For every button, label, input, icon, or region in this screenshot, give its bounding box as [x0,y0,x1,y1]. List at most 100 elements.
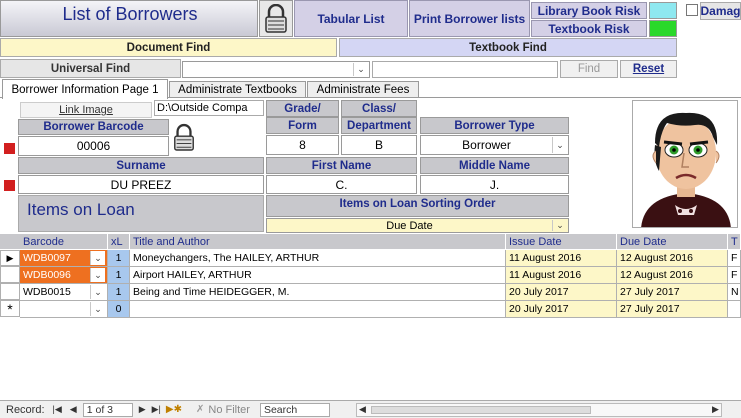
damage-label: Damag [700,2,741,20]
table-row-t[interactable] [728,301,741,318]
table-row-issue-date[interactable]: 20 July 2017 [506,301,617,318]
textbook-find-button[interactable]: Textbook Find [339,38,677,57]
sort-order-select[interactable]: Due Date ⌄ [266,218,569,233]
table-row-due-date[interactable]: 27 July 2017 [617,284,728,301]
title-panel: List of Borrowers [0,0,258,37]
class-field[interactable]: B [341,135,417,155]
column-header-t[interactable]: T [728,234,741,249]
table-row-xl[interactable]: 1 [108,284,130,301]
barcode-value: WDB0096 [23,269,71,281]
link-image-field[interactable]: D:\Outside Compa [154,100,264,116]
table-row-title[interactable]: Airport HAILEY, ARTHUR [130,267,506,284]
column-header-due-date[interactable]: Due Date [617,234,728,249]
universal-find-label: Universal Find [0,59,181,78]
class-label-top: Class/ [341,100,417,117]
column-header-issue-date[interactable]: Issue Date [506,234,617,249]
record-navigation-bar: Record: |◀ ◀ 1 of 3 ▶ ▶| ▶✱ ✗ No Filter … [0,400,741,418]
grade-field[interactable]: 8 [266,135,339,155]
required-indicator [4,180,15,191]
table-row-barcode[interactable]: WDB0096 ⌄ [20,267,108,284]
chevron-down-icon[interactable]: ⌄ [353,63,368,76]
surname-field[interactable]: DU PREEZ [18,175,264,194]
table-row-xl[interactable]: 1 [108,250,130,267]
document-find-button[interactable]: Document Find [0,38,337,57]
textbook-risk-indicator [649,20,677,37]
tab-administrate-textbooks[interactable]: Administrate Textbooks [169,81,306,97]
table-row-barcode[interactable]: WDB0015 ⌄ [20,284,108,301]
library-book-risk-button[interactable]: Library Book Risk [531,2,647,19]
chevron-down-icon[interactable]: ⌄ [552,137,567,153]
table-row-issue-date[interactable]: 11 August 2016 [506,267,617,284]
lock-icon[interactable] [170,119,198,157]
table-row-title[interactable]: Being and Time HEIDEGGER, M. [130,284,506,301]
scroll-right-icon[interactable]: ▶ [712,404,719,415]
items-on-loan-heading: Items on Loan [18,195,264,232]
next-record-icon[interactable]: ▶ [139,404,146,415]
table-row-title[interactable]: Moneychangers, The HAILEY, ARTHUR [130,250,506,267]
chevron-down-icon[interactable]: ⌄ [90,268,105,282]
borrower-photo [632,100,738,228]
row-selector[interactable] [0,283,20,300]
barcode-value: WDB0015 [23,286,71,298]
table-row-issue-date[interactable]: 20 July 2017 [506,284,617,301]
table-row-t[interactable]: N [728,284,741,301]
tabular-list-button[interactable]: Tabular List [294,0,408,37]
first-name-field[interactable]: C. [266,175,417,194]
column-header-xl[interactable]: xL [108,234,130,249]
print-borrower-lists-button[interactable]: Print Borrower lists [409,0,530,37]
no-filter-button[interactable]: No Filter [208,404,250,416]
tab-administrate-fees[interactable]: Administrate Fees [307,81,419,97]
lock-icon[interactable] [259,0,293,37]
chevron-down-icon[interactable]: ⌄ [552,220,567,231]
horizontal-scrollbar[interactable]: ◀ ▶ [355,402,722,417]
borrower-barcode-field[interactable]: 00006 [18,136,169,156]
table-row-title[interactable] [130,301,506,318]
tab-borrower-information[interactable]: Borrower Information Page 1 [2,79,168,99]
row-selector-current[interactable]: ▶ [0,250,20,266]
surname-label: Surname [18,157,264,174]
current-record-field[interactable]: 1 of 3 [82,402,133,417]
chevron-down-icon[interactable]: ⌄ [90,251,105,265]
table-row-due-date[interactable]: 12 August 2016 [617,267,728,284]
reset-button[interactable]: Reset [620,60,677,78]
table-row-due-date[interactable]: 27 July 2017 [617,301,728,318]
table-row-xl[interactable]: 1 [108,267,130,284]
chevron-down-icon[interactable]: ⌄ [90,302,105,316]
new-row-selector[interactable]: * [0,300,20,317]
grade-label-bottom: Form [266,117,339,134]
borrower-type-select[interactable]: Borrower ⌄ [420,135,569,155]
sort-order-value: Due Date [386,219,433,232]
table-row-barcode[interactable]: WDB0097 ⌄ [20,250,108,267]
search-input[interactable]: Search [259,402,330,417]
first-name-label: First Name [266,157,417,174]
table-row-t[interactable]: F [728,250,741,267]
new-record-icon[interactable]: ▶✱ [166,404,182,415]
table-row-issue-date[interactable]: 11 August 2016 [506,250,617,267]
row-selector[interactable] [0,266,20,283]
column-header-barcode[interactable]: Barcode [20,234,108,249]
class-label-bottom: Department [341,117,417,134]
damage-checkbox[interactable] [686,4,698,16]
chevron-down-icon[interactable]: ⌄ [90,285,105,299]
first-record-icon[interactable]: |◀ [53,404,62,415]
record-label: Record: [6,403,45,416]
previous-record-icon[interactable]: ◀ [70,404,77,415]
borrower-type-value: Borrower [462,138,511,152]
universal-find-input[interactable] [372,61,558,78]
page-title: List of Borrowers [62,4,198,24]
table-row-due-date[interactable]: 12 August 2016 [617,250,728,267]
middle-name-field[interactable]: J. [420,175,569,194]
column-header-title-author[interactable]: Title and Author [130,234,506,249]
scroll-thumb[interactable] [370,405,591,414]
universal-find-select[interactable]: ⌄ [182,61,370,78]
find-button[interactable]: Find [560,60,618,78]
middle-name-label: Middle Name [420,157,569,174]
filter-icon: ✗ [195,404,205,415]
table-row-t[interactable]: F [728,267,741,284]
scroll-left-icon[interactable]: ◀ [359,404,366,415]
table-row-barcode[interactable]: ⌄ [20,301,108,318]
table-row-xl[interactable]: 0 [108,301,130,318]
textbook-risk-button[interactable]: Textbook Risk [531,20,647,37]
last-record-icon[interactable]: ▶| [152,404,161,415]
barcode-value: WDB0097 [23,252,71,264]
